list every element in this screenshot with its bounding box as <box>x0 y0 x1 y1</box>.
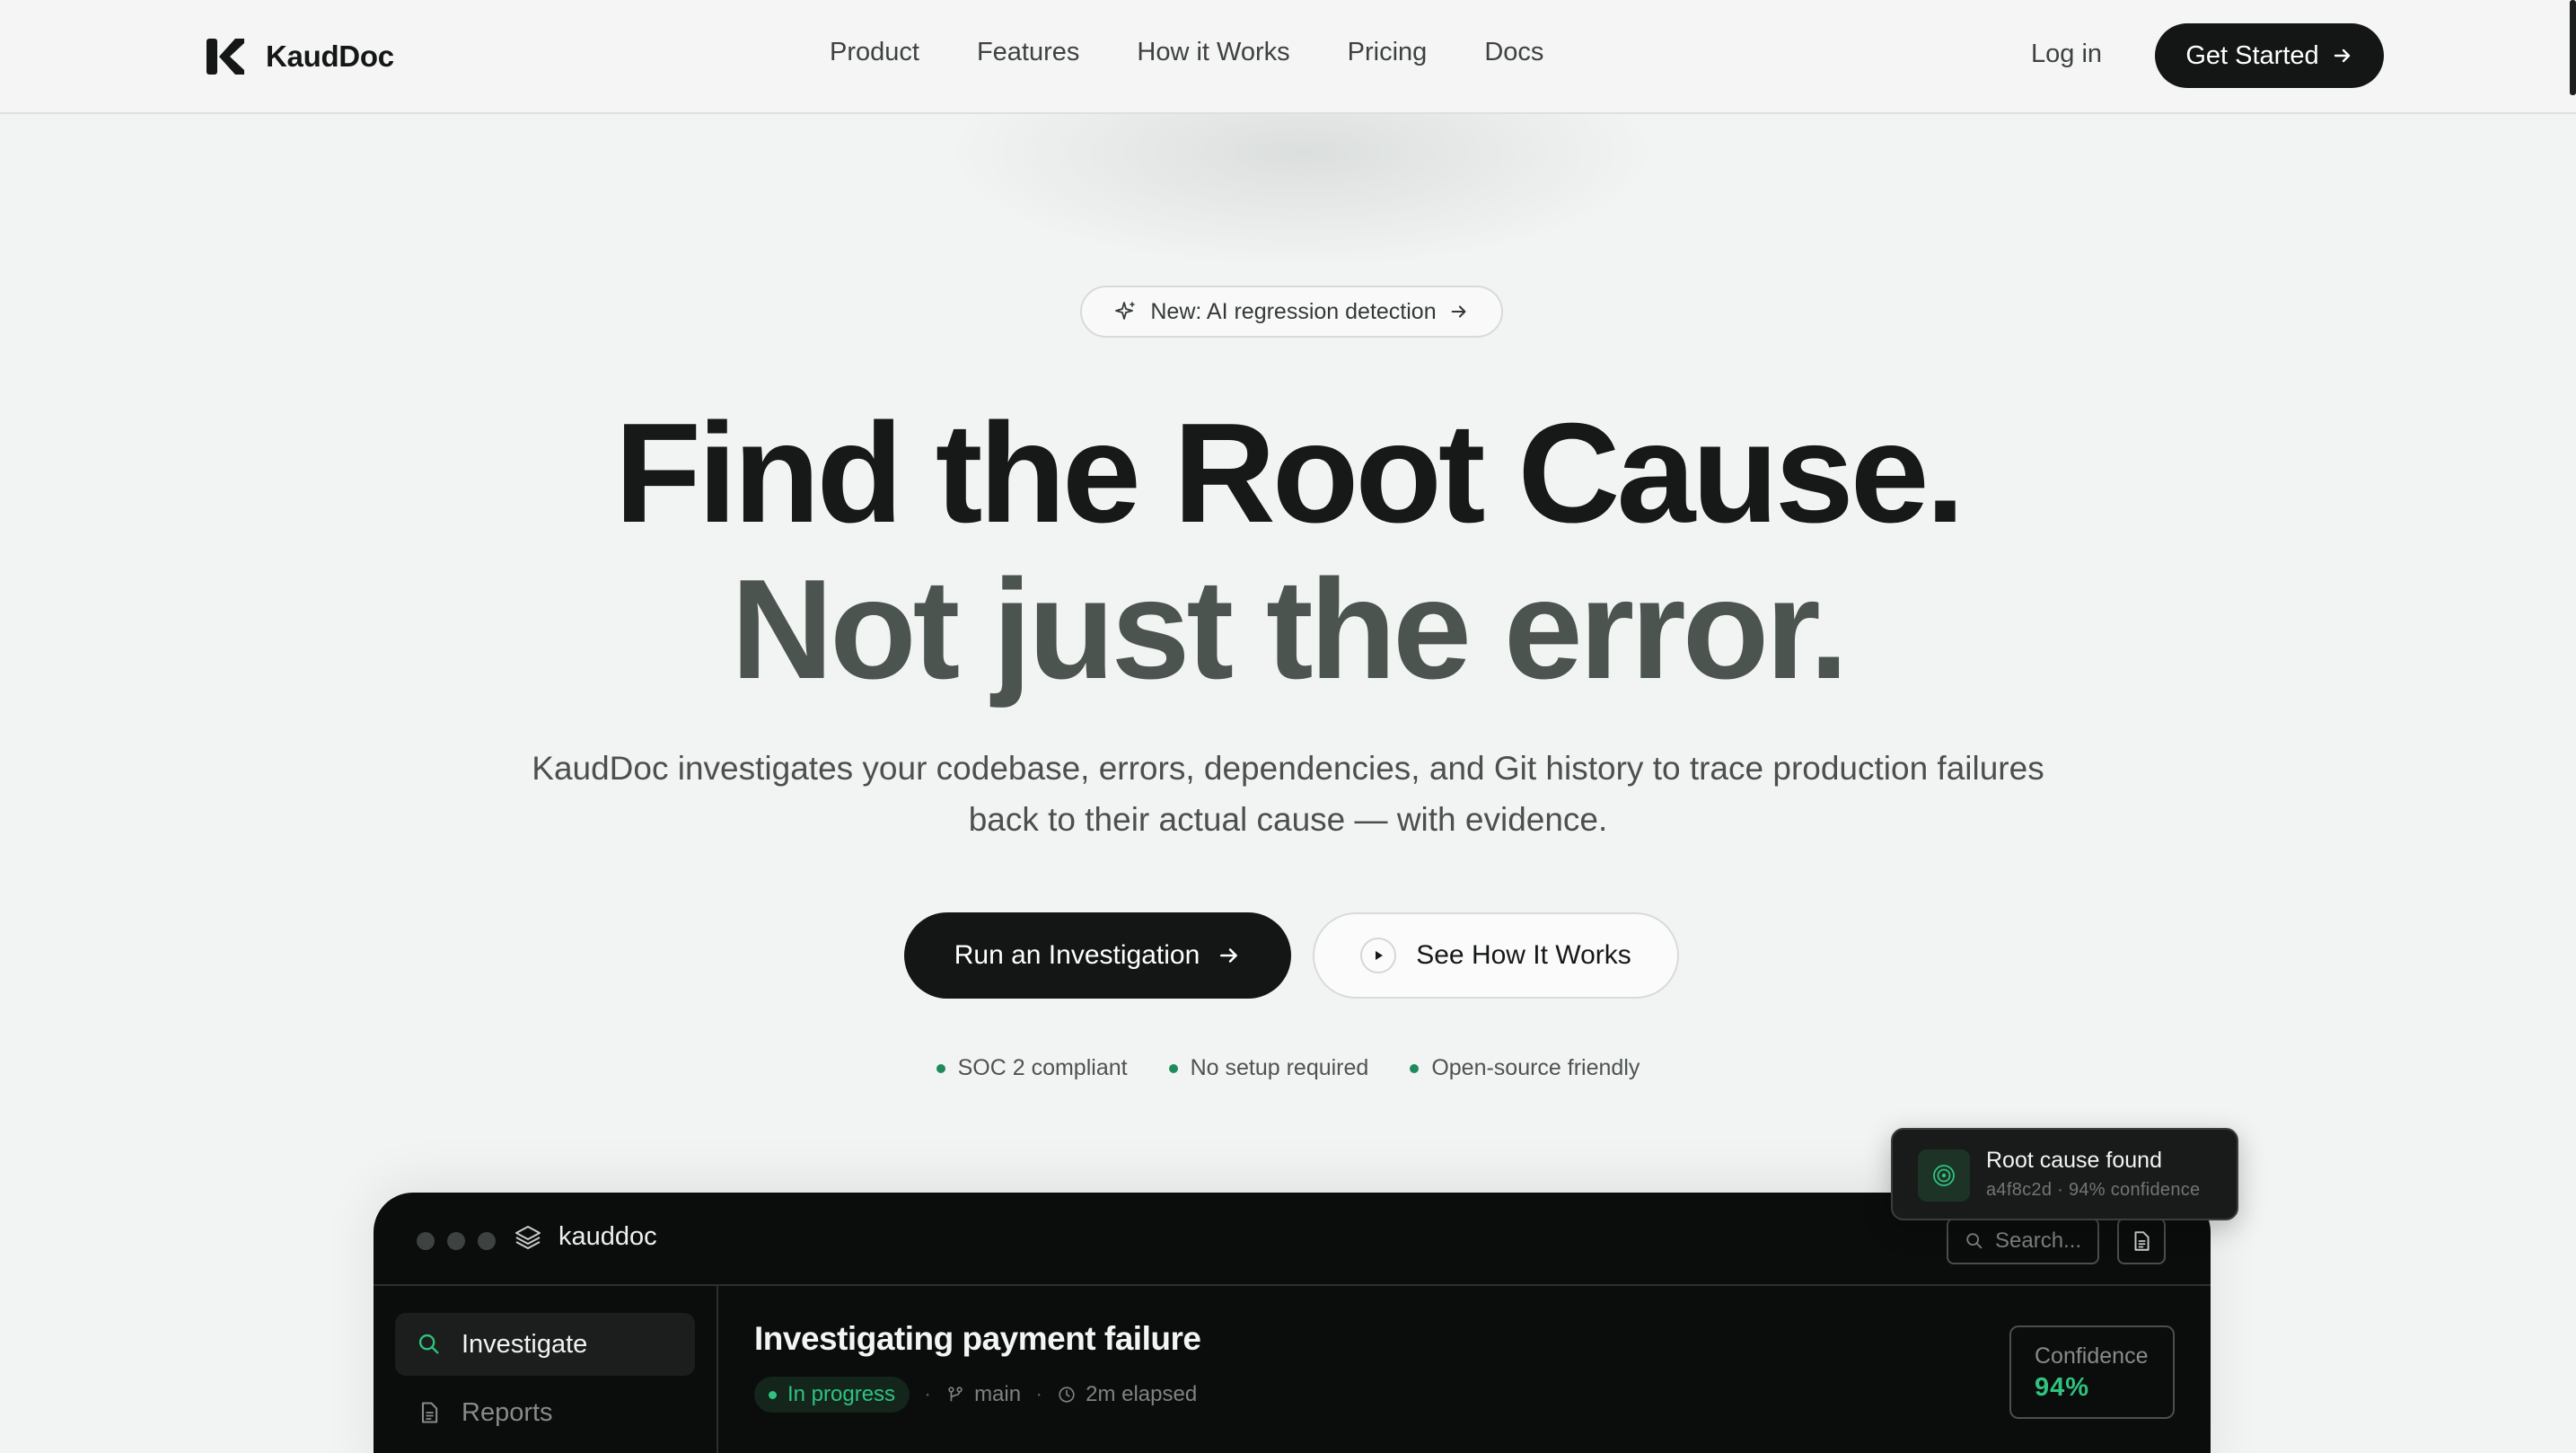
run-investigation-label: Run an Investigation <box>954 940 1200 970</box>
window-dot[interactable] <box>417 1232 435 1250</box>
scrollbar[interactable] <box>2570 0 2576 95</box>
document-button[interactable] <box>2117 1218 2166 1264</box>
layers-icon <box>515 1225 541 1249</box>
app-sidebar: Investigate Reports <box>374 1286 718 1453</box>
search-placeholder: Search... <box>1995 1228 2082 1253</box>
badge-text: New: AI regression detection <box>1150 298 1437 324</box>
app-preview-window: kauddoc Search... Investigate Reports In… <box>374 1193 2211 1453</box>
trust-label: Open-source friendly <box>1431 1055 1640 1080</box>
target-icon <box>1918 1149 1970 1202</box>
elapsed-label: 2m elapsed <box>1086 1382 1198 1406</box>
sidebar-item-investigate[interactable]: Investigate <box>395 1313 695 1376</box>
announcement-badge[interactable]: New: AI regression detection <box>1080 286 1503 338</box>
hero-subtitle: KaudDoc investigates your codebase, erro… <box>431 743 2145 845</box>
play-icon <box>1360 938 1397 973</box>
window-dot[interactable] <box>478 1232 496 1250</box>
confidence-value: 94% <box>2035 1373 2090 1402</box>
trust-item: No setup required <box>1168 1055 1369 1081</box>
bullet-dot <box>1168 1063 1178 1073</box>
logo[interactable]: KaudDoc <box>205 36 394 77</box>
search-icon <box>418 1334 439 1354</box>
investigation-title: Investigating payment failure <box>754 1320 1201 1357</box>
status-badge: In progress <box>754 1377 910 1413</box>
status-label: In progress <box>787 1382 896 1406</box>
run-investigation-button[interactable]: Run an Investigation <box>904 912 1291 999</box>
nav-link-features[interactable]: Features <box>977 38 1079 67</box>
trust-list: SOC 2 compliant No setup required Open-s… <box>0 1055 2576 1081</box>
toast-subtitle: a4f8c2d · 94% confidence <box>1986 1180 2201 1200</box>
sparkle-icon <box>1115 302 1136 320</box>
trust-label: SOC 2 compliant <box>957 1055 1128 1080</box>
nav-link-how-it-works[interactable]: How it Works <box>1137 38 1289 67</box>
nav-link-pricing[interactable]: Pricing <box>1348 38 1428 67</box>
hero-title-line1: Find the Root Cause. <box>614 394 1965 552</box>
nav-link-docs[interactable]: Docs <box>1484 38 1543 67</box>
bullet-dot <box>936 1063 945 1073</box>
hero-subtitle-line2: back to their actual cause — with eviden… <box>968 801 1608 838</box>
nav-link-product[interactable]: Product <box>830 38 919 67</box>
status-dot <box>769 1390 777 1399</box>
get-started-label: Get Started <box>2185 40 2319 70</box>
separator: · <box>1035 1382 1043 1406</box>
branch-info: main <box>945 1382 1021 1407</box>
hero-title-line2: Not just the error. <box>731 550 1849 709</box>
search-icon <box>1966 1233 1983 1249</box>
branch-label: main <box>974 1382 1022 1406</box>
app-brand-name: kauddoc <box>558 1222 657 1251</box>
confidence-label: Confidence <box>2035 1343 2149 1369</box>
confidence-card: Confidence 94% <box>2009 1325 2175 1419</box>
elapsed-info: 2m elapsed <box>1057 1382 1197 1407</box>
k-logo-icon <box>207 39 244 75</box>
arrow-right-icon <box>2334 48 2350 63</box>
brand-name: KaudDoc <box>266 40 394 73</box>
login-link[interactable]: Log in <box>2031 40 2102 69</box>
branch-icon <box>948 1387 963 1402</box>
root-cause-toast[interactable]: Root cause found a4f8c2d · 94% confidenc… <box>1891 1128 2238 1220</box>
toast-title: Root cause found <box>1986 1148 2162 1173</box>
trust-label: No setup required <box>1190 1055 1369 1080</box>
arrow-right-icon <box>1451 305 1466 318</box>
get-started-button[interactable]: Get Started <box>2155 23 2384 88</box>
investigation-meta: In progress · main · 2m elapsed <box>754 1377 1197 1413</box>
sidebar-item-label: Reports <box>462 1397 553 1427</box>
sidebar-item-reports[interactable]: Reports <box>395 1381 695 1444</box>
app-search-input[interactable]: Search... <box>1947 1218 2099 1264</box>
app-brand: kauddoc <box>514 1222 657 1252</box>
sidebar-item-label: Investigate <box>462 1329 588 1359</box>
arrow-right-icon <box>1220 948 1238 963</box>
see-how-it-works-button[interactable]: See How It Works <box>1313 912 1679 999</box>
separator: · <box>924 1382 932 1406</box>
trust-item: SOC 2 compliant <box>936 1055 1128 1081</box>
document-icon <box>421 1402 438 1423</box>
bullet-dot <box>1410 1063 1420 1073</box>
trust-item: Open-source friendly <box>1410 1055 1640 1081</box>
document-icon <box>2134 1231 2150 1251</box>
hero-subtitle-line1: KaudDoc investigates your codebase, erro… <box>532 750 2044 787</box>
nav-links: Product Features How it Works Pricing Do… <box>830 38 1601 67</box>
clock-icon <box>1059 1387 1075 1403</box>
window-controls <box>417 1232 496 1250</box>
window-dot[interactable] <box>447 1232 465 1250</box>
top-nav: KaudDoc Product Features How it Works Pr… <box>0 0 2576 114</box>
see-how-it-works-label: See How It Works <box>1416 940 1631 970</box>
